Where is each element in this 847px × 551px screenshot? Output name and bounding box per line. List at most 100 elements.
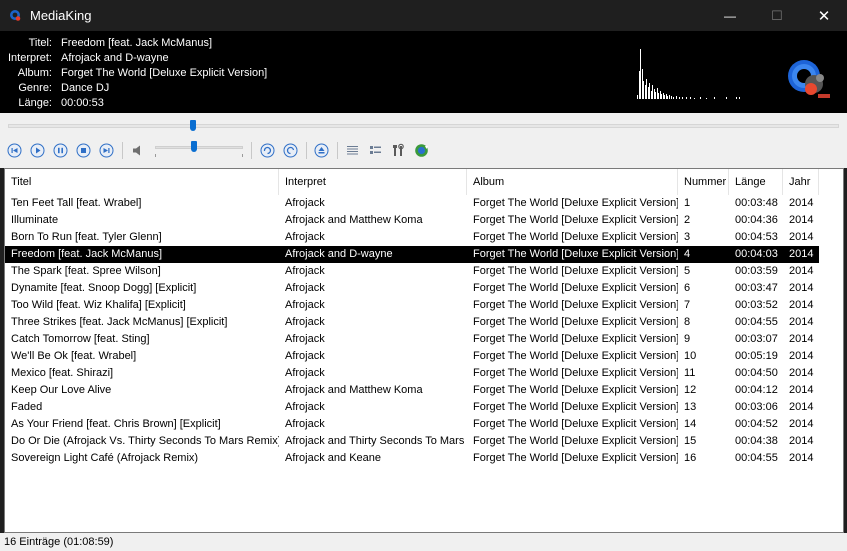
track-row[interactable]: Mexico [feat. Shirazi] Afrojack Forget The… <box>5 365 819 382</box>
track-artist-cell: Afrojack <box>285 316 325 328</box>
track-length-cell: 00:04:55 <box>735 316 778 328</box>
track-length-cell: 00:03:52 <box>735 299 778 311</box>
track-number-cell: 16 <box>684 452 697 464</box>
track-year-cell: 2014 <box>789 350 814 362</box>
length-value: 00:00:53 <box>61 97 104 109</box>
title-bar: MediaKing — ☐ ✕ <box>0 0 847 31</box>
track-artist-cell: Afrojack and Keane <box>285 452 382 464</box>
details-view-icon[interactable] <box>368 143 383 158</box>
column-header-length[interactable]: Länge <box>729 169 783 195</box>
repeat-button[interactable] <box>260 143 275 158</box>
track-number-cell: 1 <box>684 197 691 209</box>
track-artist-cell: Afrojack <box>285 231 325 243</box>
mediaking-logo-icon <box>788 60 830 98</box>
seek-thumb[interactable] <box>190 120 197 131</box>
status-bar: 16 Einträge (01:08:59) <box>0 533 847 551</box>
track-row[interactable]: Born To Run [feat. Tyler Glenn] Afrojack F… <box>5 229 819 246</box>
track-title-cell: Do Or Die (Afrojack Vs. Thirty Seconds T… <box>11 435 279 447</box>
track-row[interactable]: The Spark [feat. Spree Wilson] Afrojack Fo… <box>5 263 819 280</box>
track-title-cell: Too Wild [feat. Wiz Khalifa] [Explicit] <box>11 299 186 311</box>
track-year-cell: 2014 <box>789 333 814 345</box>
column-header-album[interactable]: Album <box>467 169 678 195</box>
spectrum-analyzer <box>637 49 740 99</box>
track-number-cell: 3 <box>684 231 691 243</box>
eject-button[interactable] <box>314 143 329 158</box>
settings-tools-icon[interactable] <box>391 143 406 158</box>
track-year-cell: 2014 <box>789 401 814 413</box>
track-number-cell: 2 <box>684 214 691 226</box>
track-row[interactable]: Catch Tomorrow [feat. Sting] Afrojack Forg… <box>5 331 819 348</box>
track-length-cell: 00:03:47 <box>735 282 778 294</box>
status-text: 16 Einträge (01:08:59) <box>4 536 114 548</box>
minimize-icon: — <box>724 8 736 23</box>
track-length-cell: 00:04:53 <box>735 231 778 243</box>
toolbar-separator <box>122 142 123 159</box>
track-row[interactable]: Faded Afrojack Forget The World [Deluxe Ex… <box>5 399 819 416</box>
column-header-artist[interactable]: Interpret <box>279 169 467 195</box>
track-row[interactable]: Ten Feet Tall [feat. Wrabel] Afrojack Forg… <box>5 195 819 212</box>
track-number-cell: 8 <box>684 316 691 328</box>
track-row[interactable]: Dynamite [feat. Snoop Dogg] [Explicit] Af… <box>5 280 819 297</box>
track-year-cell: 2014 <box>789 265 814 277</box>
track-length-cell: 00:04:55 <box>735 452 778 464</box>
close-button[interactable]: ✕ <box>801 0 847 31</box>
maximize-icon: ☐ <box>771 7 783 23</box>
column-header-number[interactable]: Nummer <box>678 169 729 195</box>
track-number-cell: 11 <box>684 367 696 379</box>
track-title-cell: Sovereign Light Café (Afrojack Remix) <box>11 452 199 464</box>
list-view-icon[interactable] <box>345 143 360 158</box>
track-title-cell: Catch Tomorrow [feat. Sting] <box>11 333 150 345</box>
column-header-year[interactable]: Jahr <box>783 169 819 195</box>
track-artist-cell: Afrojack and Thirty Seconds To Mars <box>285 435 465 447</box>
track-length-cell: 00:05:19 <box>735 350 778 362</box>
speaker-icon[interactable] <box>130 143 145 158</box>
track-album-cell: Forget The World [Deluxe Explicit Versio… <box>473 299 678 311</box>
shuffle-button[interactable] <box>283 143 298 158</box>
track-row[interactable]: Illuminate Afrojack and Matthew Koma Forge… <box>5 212 819 229</box>
track-artist-cell: Afrojack and Matthew Koma <box>285 384 423 396</box>
track-title-cell: Freedom [feat. Jack McManus] <box>11 248 162 260</box>
track-year-cell: 2014 <box>789 316 814 328</box>
track-length-cell: 00:03:07 <box>735 333 778 345</box>
track-title-cell: Mexico [feat. Shirazi] <box>11 367 114 379</box>
next-track-button[interactable] <box>99 143 114 158</box>
track-list[interactable]: Titel Interpret Album Nummer Länge Jahr … <box>4 168 844 533</box>
track-album-cell: Forget The World [Deluxe Explicit Versio… <box>473 384 678 396</box>
previous-track-button[interactable] <box>7 143 22 158</box>
volume-slider[interactable] <box>155 146 243 149</box>
track-row[interactable]: Keep Our Love Alive Afrojack and Matthew … <box>5 382 819 399</box>
track-artist-cell: Afrojack <box>285 401 325 413</box>
play-button[interactable] <box>30 143 45 158</box>
track-album-cell: Forget The World [Deluxe Explicit Versio… <box>473 350 678 362</box>
track-title-cell: We'll Be Ok [feat. Wrabel] <box>11 350 137 362</box>
track-artist-cell: Afrojack <box>285 350 325 362</box>
toolbar-separator <box>337 142 338 159</box>
track-title-cell: Dynamite [feat. Snoop Dogg] [Explicit] <box>11 282 197 294</box>
track-row[interactable]: Sovereign Light Café (Afrojack Remix) Afr… <box>5 450 819 467</box>
column-header-title[interactable]: Titel <box>5 169 279 195</box>
track-row[interactable]: Three Strikes [feat. Jack McManus] [Expl… <box>5 314 819 331</box>
track-row[interactable]: Freedom [feat. Jack McManus] Afrojack and… <box>5 246 819 263</box>
track-artist-cell: Afrojack <box>285 299 325 311</box>
track-title-cell: Faded <box>11 401 43 413</box>
track-length-cell: 00:04:52 <box>735 418 778 430</box>
stop-button[interactable] <box>76 143 91 158</box>
track-year-cell: 2014 <box>789 435 814 447</box>
volume-thumb[interactable] <box>190 141 197 152</box>
maximize-button[interactable]: ☐ <box>754 0 800 31</box>
track-row[interactable]: Do Or Die (Afrojack Vs. Thirty Seconds T… <box>5 433 819 450</box>
close-icon: ✕ <box>817 7 831 25</box>
update-icon[interactable] <box>414 143 429 158</box>
track-row[interactable]: Too Wild [feat. Wiz Khalifa] [Explicit] A… <box>5 297 819 314</box>
track-year-cell: 2014 <box>789 197 814 209</box>
minimize-button[interactable]: — <box>707 0 753 31</box>
track-album-cell: Forget The World [Deluxe Explicit Versio… <box>473 197 678 209</box>
track-row[interactable]: We'll Be Ok [feat. Wrabel] Afrojack Forget… <box>5 348 819 365</box>
seek-bar[interactable] <box>8 124 839 128</box>
track-number-cell: 7 <box>684 299 691 311</box>
pause-button[interactable] <box>53 143 68 158</box>
track-row[interactable]: As Your Friend [feat. Chris Brown] [Expl… <box>5 416 819 433</box>
track-title-cell: The Spark [feat. Spree Wilson] <box>11 265 161 277</box>
track-album-cell: Forget The World [Deluxe Explicit Versio… <box>473 282 678 294</box>
track-album-cell: Forget The World [Deluxe Explicit Versio… <box>473 367 678 379</box>
